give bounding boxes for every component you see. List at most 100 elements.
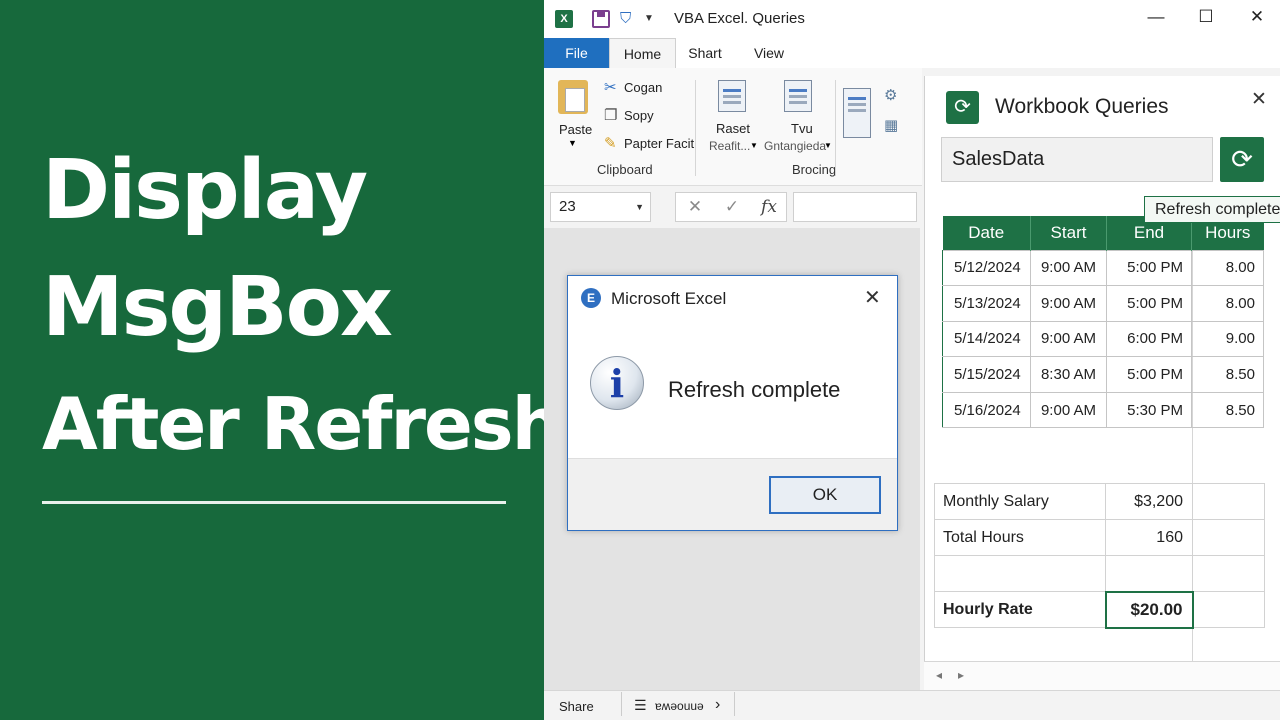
date-cell[interactable]: 5/12/2024 <box>942 249 1031 287</box>
date-cell[interactable]: 5/15/2024 <box>942 356 1031 393</box>
copy-icon[interactable]: ❐ <box>604 106 617 124</box>
date-cell[interactable]: 5/13/2024 <box>942 285 1031 322</box>
hours-cell[interactable]: 8.50 <box>1191 391 1264 429</box>
excel-app-icon: E <box>581 288 601 308</box>
end-cell[interactable]: 5:00 PM <box>1106 356 1192 393</box>
data-table-icon[interactable] <box>843 88 871 138</box>
query-tools-icon[interactable]: ▦ <box>884 116 898 134</box>
save-icon[interactable] <box>592 10 610 28</box>
refresh-tooltip: Refresh complete <box>1144 196 1280 223</box>
raset-button[interactable]: Raset <box>716 121 750 136</box>
paste-icon[interactable] <box>558 80 588 114</box>
date-cell[interactable]: 5/14/2024 <box>942 320 1031 358</box>
start-cell[interactable]: 9:00 AM <box>1030 285 1107 322</box>
next-sheet-icon[interactable]: › <box>715 696 720 714</box>
shield-icon[interactable]: ⛉ <box>620 10 638 28</box>
ok-button[interactable]: OK <box>769 476 881 514</box>
tab-view[interactable]: View <box>748 38 790 68</box>
cancel-icon[interactable]: ✕ <box>683 197 707 217</box>
dialog-title: Microsoft Excel <box>611 289 727 308</box>
scroll-right-icon[interactable]: ▸ <box>958 668 964 682</box>
paste-dropdown-icon[interactable]: ▼ <box>568 138 577 148</box>
start-cell[interactable]: 8:30 AM <box>1030 356 1107 393</box>
end-cell[interactable]: 5:30 PM <box>1106 391 1192 429</box>
raset-icon[interactable] <box>718 80 746 112</box>
tab-shart[interactable]: Shart <box>682 38 728 68</box>
empty-cell[interactable] <box>1192 519 1265 556</box>
monthly-salary-label[interactable]: Monthly Salary <box>934 483 1106 520</box>
end-cell[interactable]: 5:00 PM <box>1106 249 1192 287</box>
copy-button[interactable]: Sopy <box>624 108 654 123</box>
sheet-list-icon[interactable]: ☰ <box>634 697 647 714</box>
insert-function-icon[interactable]: fx <box>757 197 781 217</box>
hourly-rate-label[interactable]: Hourly Rate <box>934 591 1106 628</box>
format-painter-icon[interactable]: ✎ <box>604 134 617 152</box>
start-cell[interactable]: 9:00 AM <box>1030 249 1107 287</box>
tvu-button[interactable]: Tvu <box>791 121 813 136</box>
end-cell[interactable]: 5:00 PM <box>1106 285 1192 322</box>
format-painter-button[interactable]: Papter Facit <box>624 136 694 151</box>
total-hours-label[interactable]: Total Hours <box>934 519 1106 556</box>
raset-sub-label[interactable]: Reafit... <box>709 139 750 153</box>
dialog-body: i Refresh complete <box>568 322 897 458</box>
name-box-value: 23 <box>559 198 576 215</box>
hourly-rate-value[interactable]: $20.00 <box>1104 590 1194 629</box>
empty-cell[interactable] <box>1192 483 1265 520</box>
cut-icon[interactable]: ✂ <box>604 78 617 96</box>
brocing-group-label: Brocing <box>792 162 837 177</box>
enter-icon[interactable]: ✓ <box>720 197 744 217</box>
table-row: 5/16/2024 9:00 AM 5:30 PM 8.50 <box>942 391 1264 429</box>
refresh-query-button[interactable]: ⟳ <box>1220 137 1264 182</box>
paste-button[interactable]: Paste <box>559 122 592 137</box>
column-header-start[interactable]: Start <box>1030 216 1107 250</box>
hours-cell[interactable]: 8.00 <box>1191 285 1264 322</box>
empty-cell[interactable] <box>934 555 1106 592</box>
dialog-close-button[interactable]: ✕ <box>864 285 881 310</box>
table-row: 5/12/2024 9:00 AM 5:00 PM 8.00 <box>942 249 1264 287</box>
customize-quick-access-icon[interactable]: ▼ <box>644 10 662 28</box>
query-item[interactable]: SalesData <box>941 137 1213 182</box>
start-cell[interactable]: 9:00 AM <box>1030 320 1107 358</box>
tab-file[interactable]: File <box>544 38 609 68</box>
close-window-button[interactable]: ✕ <box>1245 7 1269 27</box>
title-banner: Display MsgBox After Refresh <box>0 0 563 720</box>
formula-input[interactable] <box>793 192 917 222</box>
empty-cell[interactable] <box>1105 555 1193 592</box>
pane-title: Workbook Queries <box>995 95 1169 118</box>
name-box-dropdown-icon[interactable]: ▼ <box>635 193 644 221</box>
empty-cell[interactable] <box>1192 591 1265 628</box>
table-row: Total Hours 160 <box>934 519 1265 556</box>
end-cell[interactable]: 6:00 PM <box>1106 320 1192 358</box>
tvu-dropdown-icon[interactable]: ▼ <box>824 141 832 150</box>
ribbon: Paste ▼ ✂ Cogan ❐ Sopy ✎ Papter Facit Cl… <box>544 68 922 186</box>
pane-close-button[interactable]: ✕ <box>1251 88 1267 111</box>
banner-line-3: After Refresh <box>42 382 563 466</box>
tab-home[interactable]: Home <box>609 38 676 68</box>
share-button[interactable]: Share <box>559 699 594 714</box>
hours-cell[interactable]: 9.00 <box>1191 320 1264 358</box>
monthly-salary-value[interactable]: $3,200 <box>1105 483 1193 520</box>
tvu-sub-label[interactable]: Gntangieda <box>764 139 826 153</box>
status-separator <box>621 692 622 716</box>
empty-cell[interactable] <box>1192 555 1265 592</box>
scroll-left-icon[interactable]: ◂ <box>936 668 942 682</box>
sheet-tab[interactable]: ɐʍǝouuǝ <box>655 699 704 713</box>
query-options-icon[interactable]: ⚙ <box>884 86 897 104</box>
banner-line-1: Display <box>42 143 368 238</box>
hours-cell[interactable]: 8.50 <box>1191 356 1264 393</box>
tvu-icon[interactable] <box>784 80 812 112</box>
clipboard-group-label: Clipboard <box>597 162 653 177</box>
column-header-date[interactable]: Date <box>942 216 1031 250</box>
raset-dropdown-icon[interactable]: ▼ <box>750 141 758 150</box>
hours-cell[interactable]: 8.00 <box>1191 249 1264 287</box>
summary-table: Monthly Salary $3,200 Total Hours 160 Ho… <box>934 483 1265 629</box>
total-hours-value[interactable]: 160 <box>1105 519 1193 556</box>
maximize-button[interactable]: ☐ <box>1194 7 1218 27</box>
cut-button[interactable]: Cogan <box>624 80 662 95</box>
date-cell[interactable]: 5/16/2024 <box>942 391 1031 429</box>
pane-scroll-bar: ◂ ▸ <box>924 661 1280 690</box>
start-cell[interactable]: 9:00 AM <box>1030 391 1107 429</box>
minimize-button[interactable]: — <box>1144 7 1168 27</box>
name-box[interactable]: 23 ▼ <box>550 192 651 222</box>
banner-line-2: MsgBox <box>42 260 393 355</box>
